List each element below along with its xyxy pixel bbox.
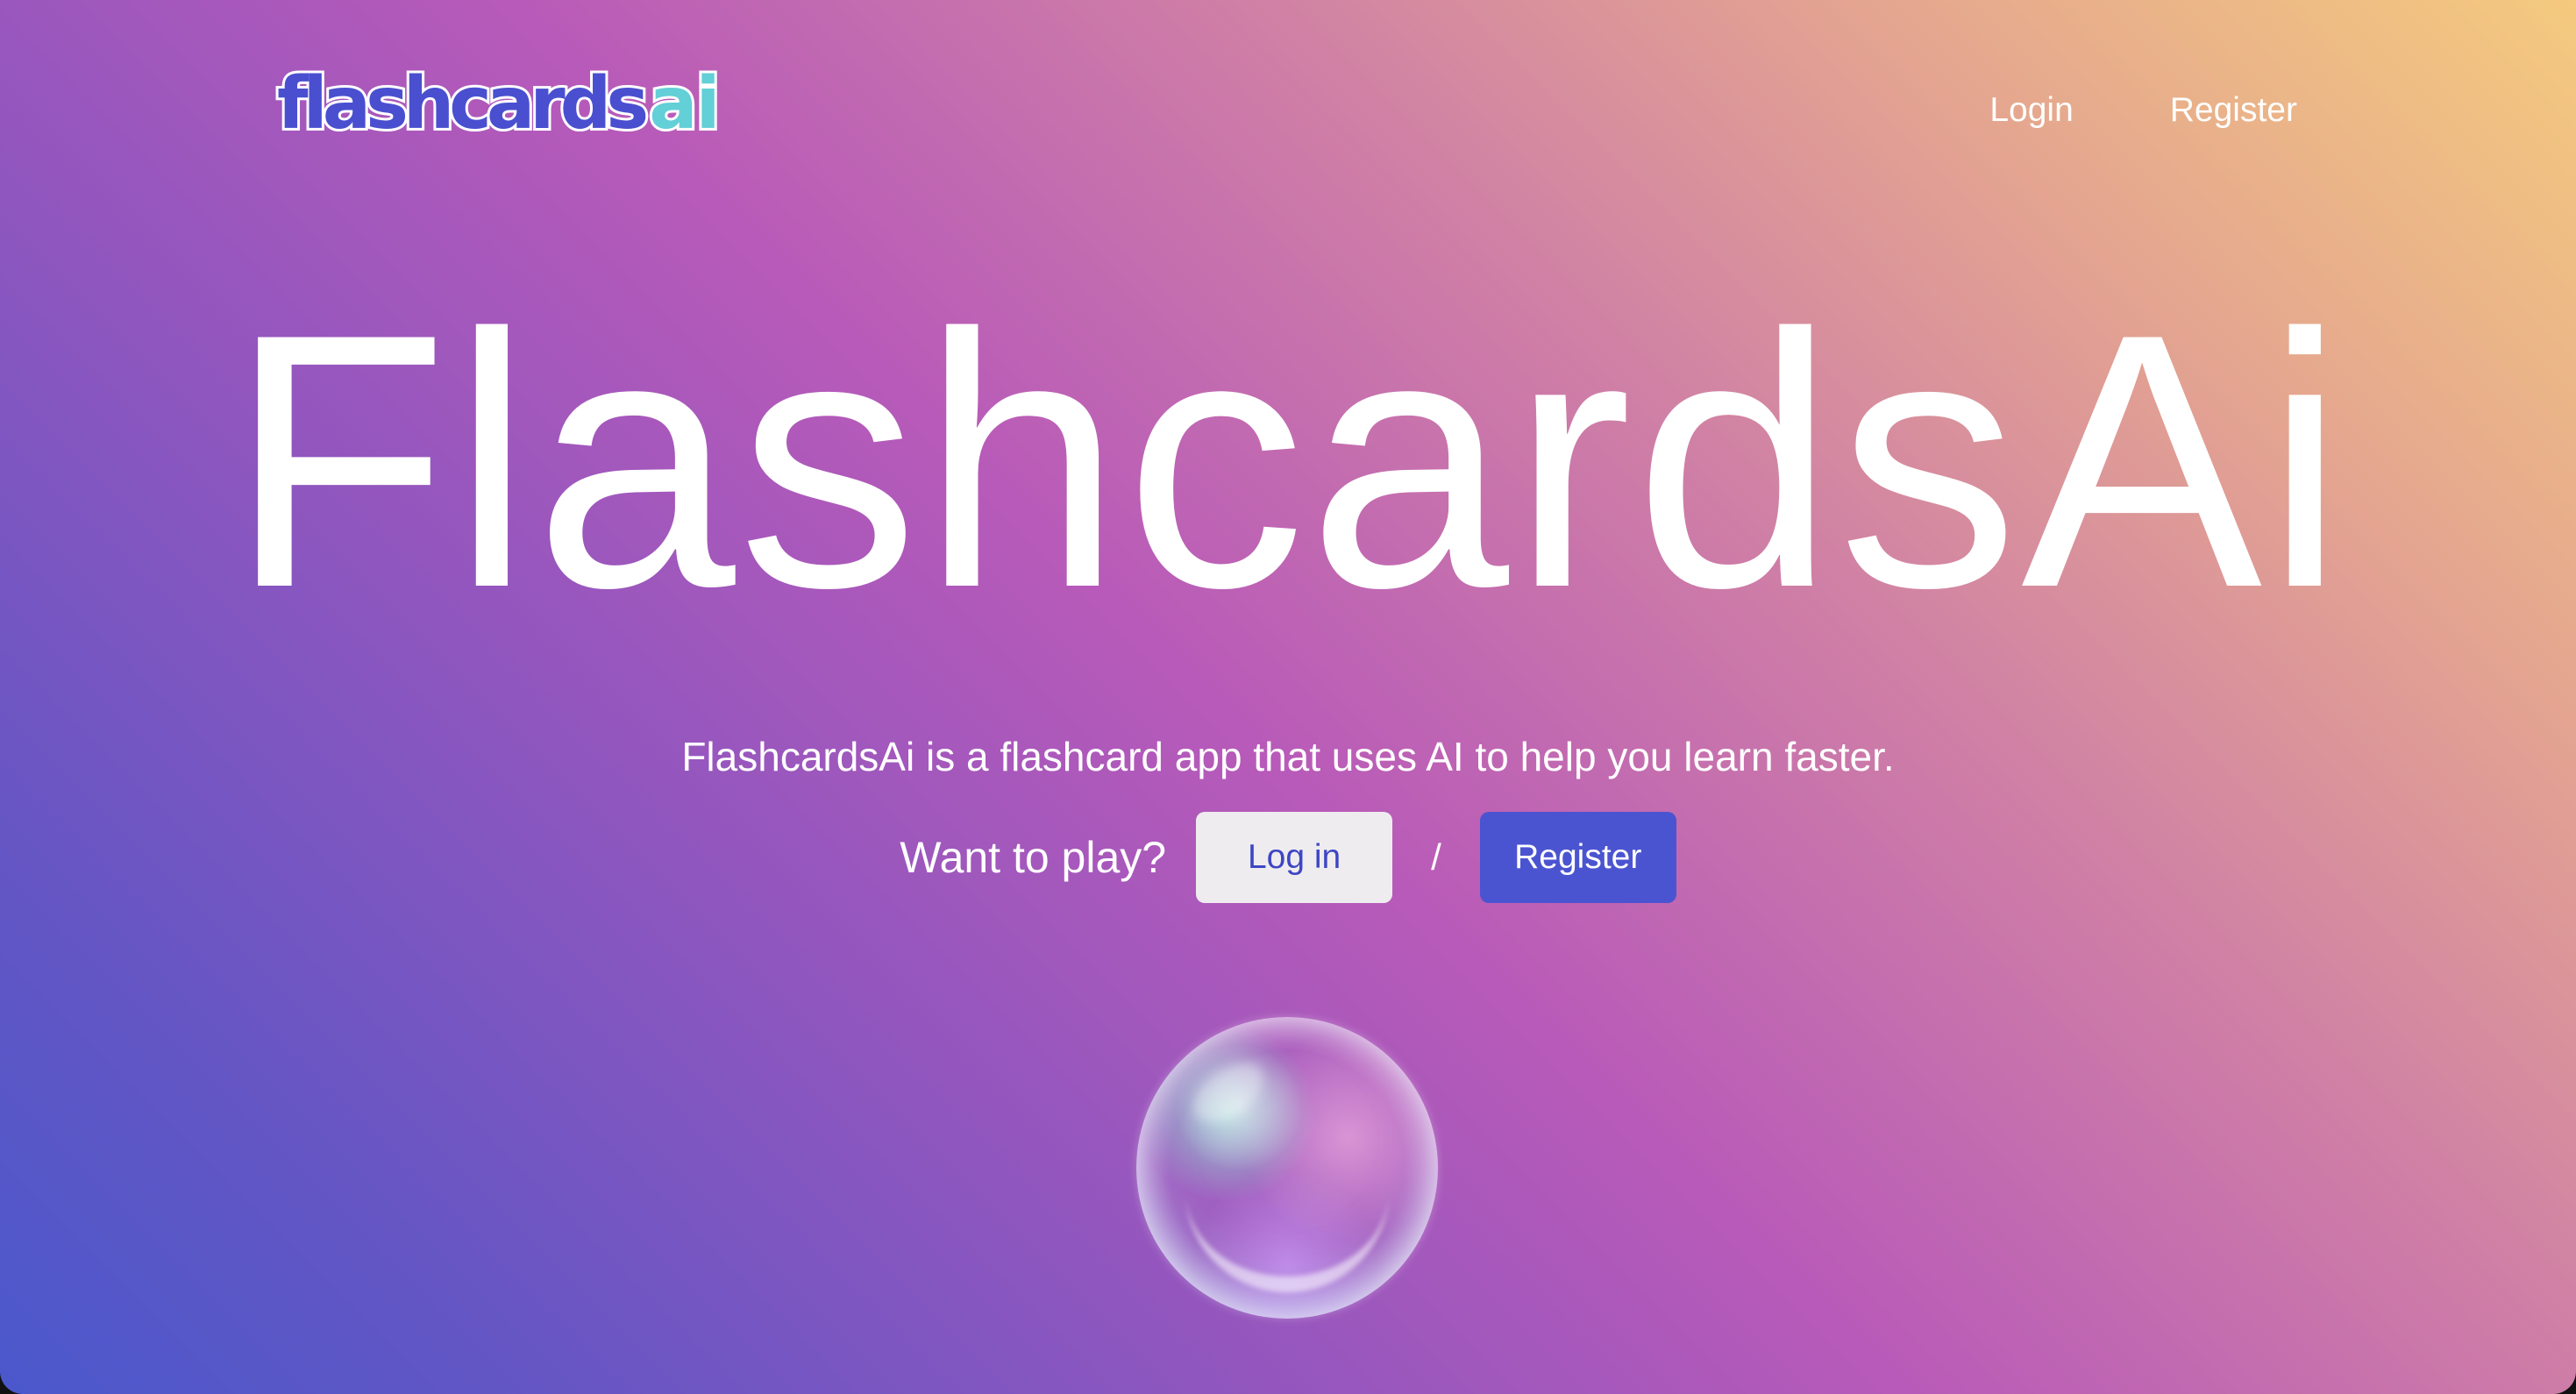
flashcardsai-logo[interactable]: flashcards ai xyxy=(274,62,723,156)
top-nav: Login Register xyxy=(1989,91,2297,130)
cta-prompt: Want to play? xyxy=(900,833,1167,882)
bubble-rim-reflection xyxy=(1185,1164,1389,1292)
hero-tagline: FlashcardsAi is a flashcard app that use… xyxy=(681,734,1895,779)
hero-title: FlashcardsAi xyxy=(228,260,2348,663)
landing-page: flashcards ai Login Register FlashcardsA… xyxy=(0,0,2576,1394)
bubble-highlight xyxy=(1183,1050,1274,1134)
nav-register-link[interactable]: Register xyxy=(2170,91,2297,130)
logo-text-ai: ai xyxy=(646,62,722,146)
login-button[interactable]: Log in xyxy=(1196,812,1393,903)
logo-text-flashcards: flashcards xyxy=(274,62,651,146)
register-button[interactable]: Register xyxy=(1479,812,1676,903)
cta-separator: / xyxy=(1431,836,1441,878)
nav-login-link[interactable]: Login xyxy=(1989,91,2073,130)
cta-row: Want to play? Log in / Register xyxy=(0,812,2576,903)
bubble-illustration xyxy=(1136,1017,1438,1319)
